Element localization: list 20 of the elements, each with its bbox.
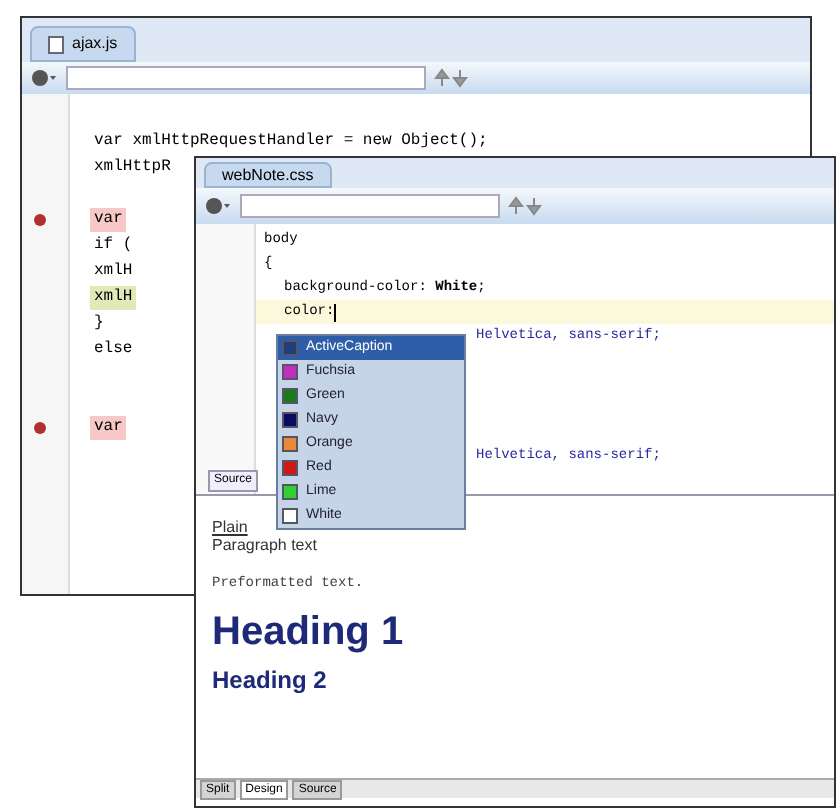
arrows-icon[interactable] bbox=[434, 68, 470, 88]
heading: Heading 1 bbox=[212, 611, 406, 651]
link[interactable]: Plain bbox=[212, 518, 248, 536]
navigator-icon[interactable] bbox=[30, 68, 58, 88]
file-tab[interactable]: ajax.js bbox=[30, 26, 136, 62]
paragraph-text: Paragraph text bbox=[212, 534, 319, 558]
code-line: } bbox=[92, 311, 106, 335]
heading: Heading 2 bbox=[212, 667, 329, 691]
file-icon bbox=[48, 35, 64, 53]
code-line: var xmlHttpRequestHandler = new Object(); bbox=[92, 129, 490, 153]
navigator-icon[interactable] bbox=[204, 196, 232, 216]
path-field[interactable] bbox=[240, 194, 500, 218]
file-tab[interactable]: webNote.css bbox=[204, 162, 332, 188]
code-line: xmlHttpR bbox=[92, 155, 173, 179]
code-line: else bbox=[92, 337, 135, 361]
code-line: if ( bbox=[92, 233, 135, 257]
path-field[interactable] bbox=[66, 66, 426, 90]
arrows-icon[interactable] bbox=[508, 196, 544, 216]
code-line: xmlH bbox=[92, 259, 135, 283]
text-cursor bbox=[334, 303, 337, 321]
